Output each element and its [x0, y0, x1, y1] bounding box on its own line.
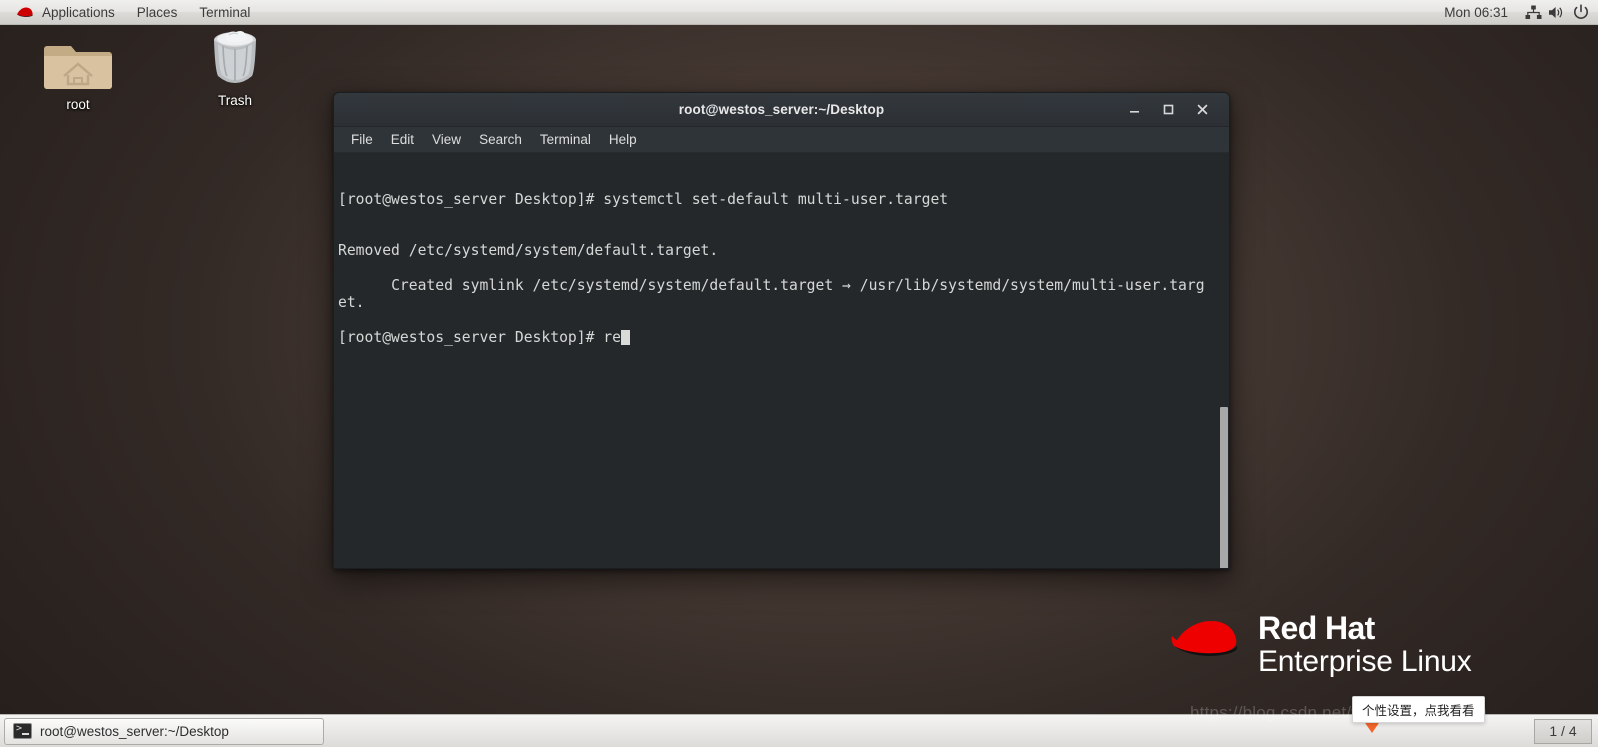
- maximize-icon: [1163, 104, 1173, 115]
- terminal-scrollbar-thumb[interactable]: [1220, 407, 1228, 568]
- redhat-logo-icon: [17, 7, 33, 17]
- terminal-panel-menu[interactable]: Terminal: [188, 0, 261, 25]
- redhat-menu-button[interactable]: Applications: [4, 0, 126, 25]
- terminal-menu-label: Terminal: [199, 4, 251, 20]
- desktop-icon-root-label: root: [66, 97, 90, 112]
- menu-edit[interactable]: Edit: [382, 130, 423, 149]
- menu-view[interactable]: View: [423, 130, 470, 149]
- rhel-wordmark: Red Hat Enterprise Linux: [1258, 612, 1472, 677]
- places-menu-label: Places: [136, 4, 178, 20]
- terminal-prompt-line: [root@westos_server Desktop]# re: [338, 329, 1213, 346]
- taskbar-item-terminal[interactable]: root@westos_server:~/Desktop: [4, 717, 324, 745]
- menu-search[interactable]: Search: [470, 130, 531, 149]
- terminal-scrollbar-track[interactable]: [1220, 153, 1229, 568]
- top-panel: Applications Places Terminal Mon 06:31: [0, 0, 1598, 25]
- rhel-line-2: Enterprise Linux: [1258, 644, 1472, 678]
- desktop-icon-trash[interactable]: Trash: [181, 30, 289, 108]
- settings-tooltip[interactable]: 个性设置，点我看看: [1352, 696, 1485, 723]
- menu-file[interactable]: File: [342, 130, 382, 149]
- terminal-cursor: [620, 329, 630, 345]
- trash-icon: [205, 30, 265, 88]
- desktop-icon-trash-label: Trash: [217, 93, 252, 108]
- terminal-prompt-text: [root@westos_server Desktop]# re: [338, 328, 621, 346]
- minimize-button[interactable]: [1119, 97, 1149, 123]
- terminal-icon: [13, 723, 32, 739]
- workspace-switcher[interactable]: 1 / 4: [1534, 718, 1592, 744]
- close-icon: [1197, 104, 1207, 115]
- terminal-output: [root@westos_server Desktop]# systemctl …: [338, 156, 1213, 381]
- desktop-icon-root[interactable]: root: [24, 34, 132, 112]
- rhel-branding: Red Hat Enterprise Linux: [1168, 612, 1472, 677]
- window-controls: [1119, 97, 1229, 123]
- taskbar-item-label: root@westos_server:~/Desktop: [40, 723, 229, 739]
- minimize-icon: [1129, 111, 1139, 113]
- terminal-line: Removed /etc/systemd/system/default.targ…: [338, 242, 719, 260]
- terminal-window-title: root@westos_server:~/Desktop: [678, 102, 885, 117]
- top-panel-left: Applications Places Terminal: [0, 0, 261, 25]
- top-panel-right: Mon 06:31: [1432, 0, 1598, 25]
- close-button[interactable]: [1187, 97, 1217, 123]
- home-folder-icon: [44, 34, 112, 92]
- terminal-menu-bar: File Edit View Search Terminal Help: [334, 127, 1229, 153]
- menu-terminal[interactable]: Terminal: [531, 130, 600, 149]
- places-menu[interactable]: Places: [126, 0, 189, 25]
- terminal-window[interactable]: root@westos_server:~/Desktop File Edit V…: [333, 92, 1230, 569]
- menu-help[interactable]: Help: [600, 130, 646, 149]
- terminal-line: [root@westos_server Desktop]# systemctl …: [338, 190, 949, 208]
- maximize-button[interactable]: [1153, 97, 1183, 123]
- power-icon[interactable]: [1570, 0, 1592, 25]
- redhat-hat-icon: [1171, 621, 1238, 656]
- network-icon[interactable]: [1522, 0, 1544, 25]
- rhel-line-1: Red Hat: [1258, 610, 1375, 646]
- terminal-line: Created symlink /etc/systemd/system/defa…: [338, 277, 1205, 312]
- terminal-body[interactable]: [root@westos_server Desktop]# systemctl …: [334, 153, 1229, 568]
- terminal-title-bar[interactable]: root@westos_server:~/Desktop: [334, 93, 1229, 127]
- applications-menu-label: Applications: [42, 4, 115, 20]
- clock[interactable]: Mon 06:31: [1432, 5, 1520, 20]
- volume-icon[interactable]: [1546, 0, 1568, 25]
